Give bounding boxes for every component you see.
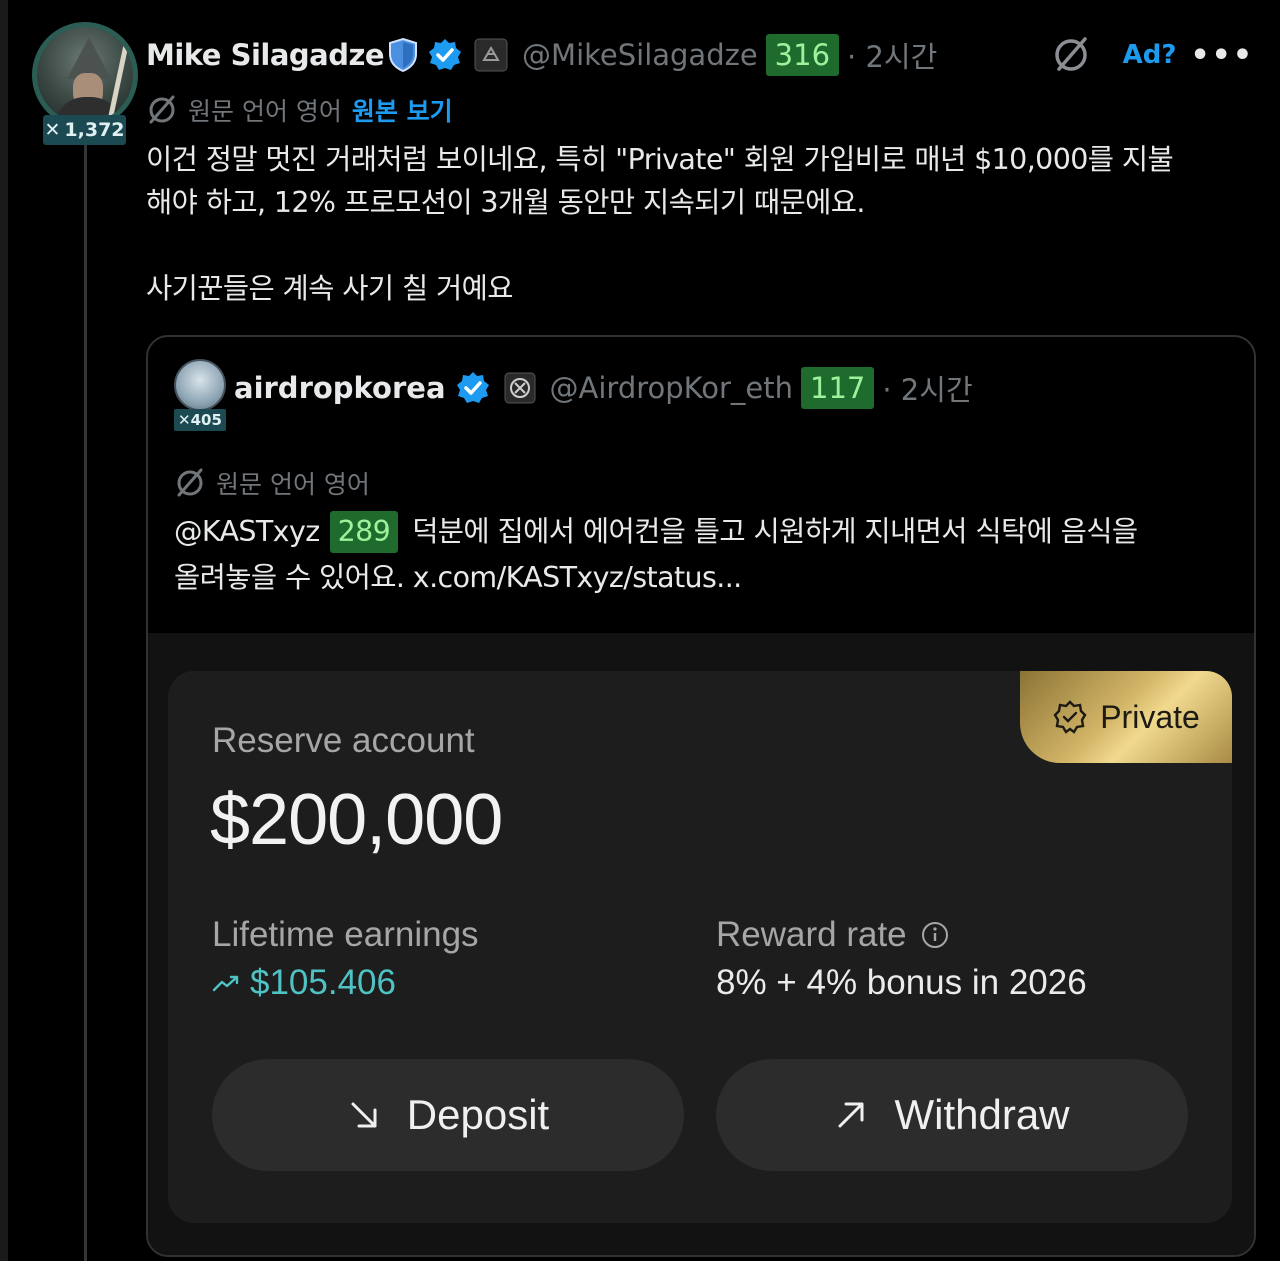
seal-check-icon bbox=[1052, 699, 1088, 735]
quoted-author-score: 405 bbox=[190, 411, 222, 429]
verified-badge-icon bbox=[456, 371, 490, 405]
tweet-text-line: 이건 정말 멋진 거래처럼 보이네요, 특히 "Private" 회원 가입비로… bbox=[146, 143, 1174, 176]
author-name[interactable]: Mike Silagadze bbox=[146, 38, 385, 72]
translation-row: 원문 언어 영어 원본 보기 bbox=[146, 90, 453, 130]
quoted-translation-row: 원문 언어 영어 bbox=[174, 463, 370, 503]
quoted-author-score-badge: ✕ 405 bbox=[174, 409, 226, 431]
tweet-text-line: 사기꾼들은 계속 사기 칠 거예요 bbox=[146, 272, 514, 305]
private-label: Private bbox=[1100, 698, 1200, 735]
quoted-tweet-header: airdropkorea @AirdropKor_eth 117 · 2시간 bbox=[234, 365, 973, 411]
arrow-up-right-icon bbox=[834, 1098, 868, 1132]
withdraw-label: Withdraw bbox=[894, 1091, 1070, 1138]
reward-rate-label: Reward rate bbox=[716, 915, 907, 954]
author-avatar[interactable] bbox=[32, 22, 138, 128]
translate-slash-icon bbox=[174, 467, 206, 499]
ad-link[interactable]: Ad? bbox=[1123, 40, 1177, 70]
shield-icon bbox=[388, 37, 418, 73]
quoted-media-image[interactable]: Private Reserve account $200,000 Lifetim… bbox=[148, 633, 1254, 1255]
quoted-language-label: 원문 언어 영어 bbox=[216, 470, 370, 499]
lifetime-earnings-value: $105.406 bbox=[250, 963, 396, 1002]
translate-slash-icon bbox=[146, 94, 178, 126]
withdraw-button[interactable]: Withdraw bbox=[716, 1059, 1188, 1171]
lifetime-earnings-value-row: $105.406 bbox=[212, 963, 396, 1003]
quoted-tweet-time[interactable]: · 2시간 bbox=[882, 367, 972, 409]
quoted-author-handle[interactable]: @AirdropKor_eth bbox=[550, 371, 793, 405]
affiliate-logo-icon bbox=[474, 38, 508, 72]
mention-count: 289 bbox=[329, 511, 399, 553]
reward-rate-value: 8% + 4% bonus in 2026 bbox=[716, 963, 1087, 1002]
view-original-link[interactable]: 원본 보기 bbox=[352, 92, 453, 128]
affiliate-logo-icon bbox=[504, 372, 536, 404]
quoted-author-avatar[interactable] bbox=[174, 359, 226, 411]
verified-badge-icon bbox=[428, 38, 462, 72]
lifetime-earnings-label: Lifetime earnings bbox=[212, 915, 479, 954]
left-edge bbox=[0, 0, 8, 1261]
reserve-account-label: Reserve account bbox=[212, 721, 475, 760]
author-score-badge: ✕ 1,372 bbox=[43, 115, 126, 145]
tweet-text: 이건 정말 멋진 거래처럼 보이네요, 특히 "Private" 회원 가입비로… bbox=[146, 138, 1256, 310]
private-tag: Private bbox=[1020, 671, 1232, 763]
quoted-author-name[interactable]: airdropkorea bbox=[234, 371, 446, 405]
trend-up-icon bbox=[212, 973, 240, 993]
quoted-handle-count: 117 bbox=[801, 367, 875, 409]
quoted-tweet-card[interactable]: ✕ 405 airdropkorea @AirdropKor_eth 117 · … bbox=[146, 335, 1256, 1257]
more-options-icon[interactable]: ••• bbox=[1190, 38, 1254, 73]
arrow-down-right-icon bbox=[347, 1098, 381, 1132]
quoted-text-line: 덕분에 집에서 에어컨을 틀고 시원하게 지내면서 식탁에 음식을 bbox=[412, 515, 1138, 548]
quoted-text-line[interactable]: 올려놓을 수 있어요. x.com/KASTxyz/status... bbox=[174, 555, 742, 601]
tweet-header: Mike Silagadze @MikeSilagadze 316 · 2시간 bbox=[146, 30, 937, 80]
mention-link[interactable]: @KASTxyz bbox=[174, 509, 320, 555]
quoted-tweet-text: @KASTxyz 289 덕분에 집에서 에어컨을 틀고 시원하게 지내면서 식… bbox=[174, 509, 1234, 601]
tweet-top-actions: Ad? ••• bbox=[1051, 30, 1254, 80]
reserve-account-panel: Private Reserve account $200,000 Lifetim… bbox=[168, 671, 1232, 1223]
thread-line bbox=[84, 145, 87, 1261]
original-language-label: 원문 언어 영어 bbox=[188, 97, 342, 126]
x-mark-icon: ✕ bbox=[44, 119, 61, 141]
x-mark-icon: ✕ bbox=[178, 411, 191, 429]
author-handle-count: 316 bbox=[765, 34, 840, 76]
author-handle[interactable]: @MikeSilagadze bbox=[522, 38, 758, 72]
info-icon[interactable] bbox=[921, 921, 949, 949]
reserve-amount: $200,000 bbox=[210, 780, 503, 860]
deposit-button[interactable]: Deposit bbox=[212, 1059, 684, 1171]
grok-slash-icon[interactable] bbox=[1051, 35, 1091, 75]
tweet-time[interactable]: · 2시간 bbox=[847, 34, 937, 76]
deposit-label: Deposit bbox=[406, 1091, 550, 1138]
author-score: 1,372 bbox=[64, 119, 125, 141]
reward-rate-label-row: Reward rate bbox=[716, 915, 949, 955]
tweet-text-line: 해야 하고, 12% 프로모션이 3개월 동안만 지속되기 때문에요. bbox=[146, 186, 865, 219]
